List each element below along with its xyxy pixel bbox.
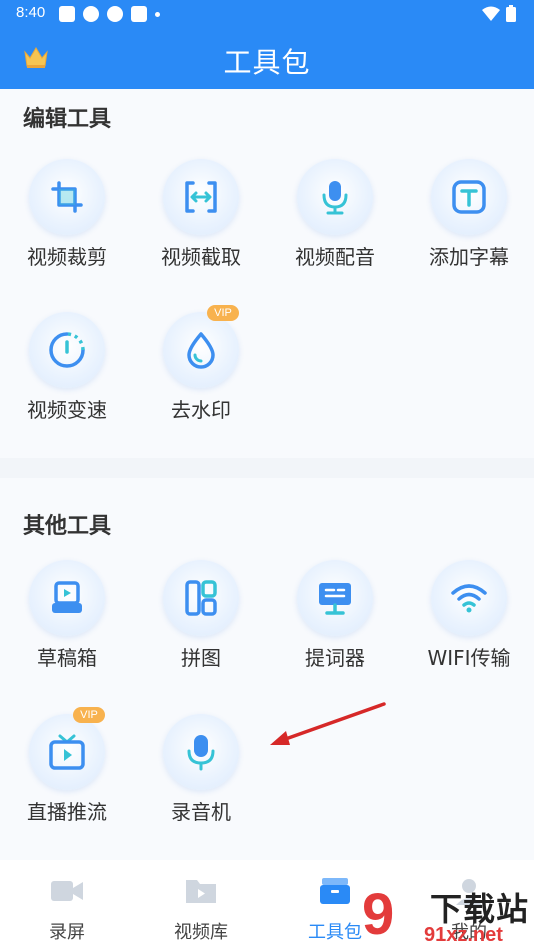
tool-icon-bg bbox=[163, 560, 239, 636]
notification-icons bbox=[59, 6, 160, 22]
more-notifications-dot-icon bbox=[155, 11, 160, 17]
water-drop-icon bbox=[187, 332, 215, 369]
tool-icon-bg bbox=[29, 159, 105, 235]
section-title: 编辑工具 bbox=[23, 107, 112, 132]
speed-gauge-icon bbox=[49, 332, 85, 368]
tool-icon-bg bbox=[163, 312, 239, 388]
vip-badge: VIP bbox=[207, 305, 239, 321]
tool-icon-bg bbox=[163, 159, 239, 235]
tool-label: 添加字幕 bbox=[429, 245, 509, 269]
notification-image-icon bbox=[131, 6, 147, 22]
notification-sync-icon-2 bbox=[107, 6, 123, 22]
tool-label: WIFI传输 bbox=[427, 646, 511, 670]
tool-icon-bg bbox=[297, 159, 373, 235]
tool-icon-bg bbox=[29, 714, 105, 790]
tool-label: 录音机 bbox=[171, 800, 231, 824]
nav-label: 录屏 bbox=[49, 922, 85, 943]
tool-label: 草稿箱 bbox=[37, 646, 97, 670]
crop-icon bbox=[51, 181, 83, 213]
tool-label: 直播推流 bbox=[27, 800, 107, 824]
tool-label: 视频裁剪 bbox=[27, 245, 107, 269]
nav-item-record[interactable]: 录屏 bbox=[0, 876, 134, 944]
tool-icon-bg bbox=[29, 560, 105, 636]
tool-label: 去水印 bbox=[171, 398, 231, 422]
app-header: 工具包 bbox=[0, 28, 534, 89]
tool-icon-bg bbox=[29, 312, 105, 388]
video-folder-icon bbox=[186, 880, 216, 903]
drafts-icon bbox=[52, 581, 82, 613]
clip-range-icon bbox=[185, 181, 217, 213]
wifi-icon bbox=[451, 584, 487, 613]
tool-icon-bg bbox=[431, 159, 507, 235]
status-time: 8:40 bbox=[16, 4, 46, 21]
wifi-signal-icon bbox=[482, 6, 500, 21]
nav-label: 视频库 bbox=[174, 922, 228, 943]
notification-square-icon bbox=[59, 6, 75, 22]
subtitle-icon bbox=[452, 180, 486, 214]
notification-sync-icon bbox=[83, 6, 99, 22]
video-camera-icon bbox=[51, 881, 83, 901]
tool-label: 提词器 bbox=[305, 646, 365, 670]
section-title: 其他工具 bbox=[23, 514, 112, 539]
tool-label: 视频配音 bbox=[295, 245, 375, 269]
tool-icon-bg bbox=[431, 560, 507, 636]
page-title: 工具包 bbox=[223, 46, 311, 79]
tool-icon-bg bbox=[297, 560, 373, 636]
recorder-mic-icon bbox=[187, 735, 215, 771]
other-tools-section: 其他工具 草稿箱 拼图 提词器 WIFI传输 VIP 直播推流 录音机 bbox=[0, 478, 534, 860]
live-tv-icon bbox=[49, 734, 85, 770]
system-icons bbox=[482, 5, 516, 22]
tool-label: 拼图 bbox=[181, 646, 221, 670]
watermark-logo: 9 下载站 91xz.net bbox=[362, 882, 534, 950]
tool-label: 视频变速 bbox=[27, 398, 107, 422]
watermark-mark: 9 bbox=[362, 882, 395, 947]
microphone-icon bbox=[322, 181, 348, 215]
status-bar: 8:40 bbox=[0, 0, 534, 28]
annotation-arrow bbox=[270, 702, 386, 745]
watermark-url: 91xz.net bbox=[424, 924, 503, 946]
tool-icon-bg bbox=[163, 714, 239, 790]
tool-label: 视频截取 bbox=[161, 245, 241, 269]
teleprompter-icon bbox=[319, 583, 351, 615]
toolbox-icon bbox=[320, 878, 350, 904]
battery-icon bbox=[506, 5, 516, 22]
collage-icon bbox=[185, 580, 217, 616]
edit-tools-section: 编辑工具 视频裁剪 视频截取 视频配音 添加字幕 视频变速 VIP 去水印 bbox=[0, 89, 534, 458]
vip-badge: VIP bbox=[73, 707, 105, 723]
nav-item-video-library[interactable]: 视频库 bbox=[134, 876, 268, 944]
